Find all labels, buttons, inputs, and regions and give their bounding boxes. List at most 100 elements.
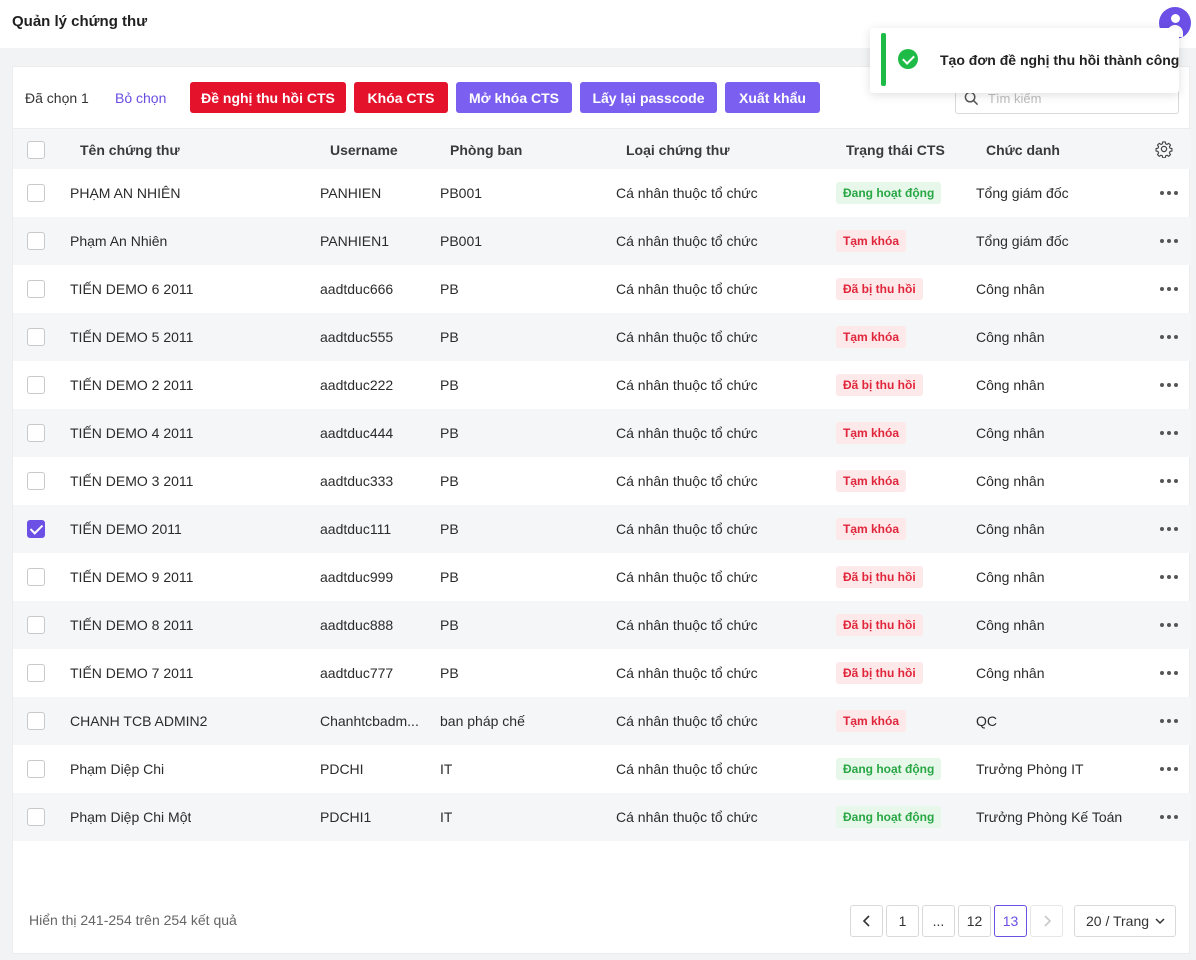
column-header-username[interactable]: Username bbox=[330, 142, 398, 158]
recover-passcode-button[interactable]: Lấy lại passcode bbox=[580, 82, 717, 113]
cell-type: Cá nhân thuộc tổ chức bbox=[616, 425, 758, 441]
column-header-department[interactable]: Phòng ban bbox=[450, 142, 522, 158]
cell-username: aadtduc999 bbox=[320, 569, 394, 585]
row-checkbox[interactable] bbox=[27, 328, 45, 346]
table-row[interactable]: TIẾN DEMO 4 2011 aadtduc444 PB Cá nhân thuộ… bbox=[13, 409, 1191, 457]
more-actions-icon[interactable] bbox=[1160, 719, 1178, 723]
cell-name: TIẾN DEMO 5 2011 bbox=[70, 329, 194, 345]
cell-type: Cá nhân thuộc tổ chức bbox=[616, 329, 758, 345]
cell-username: aadtduc666 bbox=[320, 281, 394, 297]
cell-username: PANHIEN1 bbox=[320, 233, 389, 249]
row-checkbox[interactable] bbox=[27, 616, 45, 634]
status-badge: Tạm khóa bbox=[836, 422, 907, 444]
row-checkbox[interactable] bbox=[27, 808, 45, 826]
column-header-name[interactable]: Tên chứng thư bbox=[80, 142, 180, 158]
table-row[interactable]: TIẾN DEMO 5 2011 aadtduc555 PB Cá nhân thuộ… bbox=[13, 313, 1191, 361]
page-ellipsis[interactable]: ... bbox=[922, 905, 955, 937]
selected-count: Đã chọn 1 bbox=[25, 90, 89, 106]
cell-department: PB bbox=[440, 569, 459, 585]
next-page-button[interactable] bbox=[1030, 905, 1063, 937]
column-header-status[interactable]: Trạng thái CTS bbox=[846, 142, 945, 158]
column-header-position[interactable]: Chức danh bbox=[986, 142, 1060, 158]
cell-name: TIẾN DEMO 2011 bbox=[70, 521, 182, 537]
check-circle-icon bbox=[898, 49, 918, 69]
cell-name: Phạm Diệp Chi Một bbox=[70, 809, 192, 825]
row-checkbox[interactable] bbox=[27, 184, 45, 202]
request-revoke-button[interactable]: Đề nghị thu hồi CTS bbox=[190, 82, 346, 113]
row-checkbox[interactable] bbox=[27, 280, 45, 298]
cell-type: Cá nhân thuộc tổ chức bbox=[616, 521, 758, 537]
more-actions-icon[interactable] bbox=[1160, 239, 1178, 243]
cell-type: Cá nhân thuộc tổ chức bbox=[616, 281, 758, 297]
cell-position: Công nhân bbox=[976, 473, 1045, 489]
lock-cert-button[interactable]: Khóa CTS bbox=[354, 82, 448, 113]
more-actions-icon[interactable] bbox=[1160, 191, 1178, 195]
table-row[interactable]: Phạm An Nhiên PANHIEN1 PB001 Cá nhân thuộc … bbox=[13, 217, 1191, 265]
row-checkbox[interactable] bbox=[27, 520, 45, 538]
more-actions-icon[interactable] bbox=[1160, 815, 1178, 819]
select-all-checkbox[interactable] bbox=[27, 141, 45, 159]
row-checkbox[interactable] bbox=[27, 472, 45, 490]
more-actions-icon[interactable] bbox=[1160, 431, 1178, 435]
table-row[interactable]: TIẾN DEMO 8 2011 aadtduc888 PB Cá nhân thuộ… bbox=[13, 601, 1191, 649]
row-checkbox[interactable] bbox=[27, 712, 45, 730]
row-checkbox[interactable] bbox=[27, 424, 45, 442]
cell-type: Cá nhân thuộc tổ chức bbox=[616, 617, 758, 633]
page-button-1[interactable]: 1 bbox=[886, 905, 919, 937]
cell-position: Công nhân bbox=[976, 377, 1045, 393]
page-title: Quản lý chứng thư bbox=[12, 13, 148, 30]
cell-type: Cá nhân thuộc tổ chức bbox=[616, 713, 758, 729]
cell-type: Cá nhân thuộc tổ chức bbox=[616, 569, 758, 585]
table-row[interactable]: Phạm Diệp Chi PDCHI IT Cá nhân thuộc tổ chứ… bbox=[13, 745, 1191, 793]
status-badge: Tạm khóa bbox=[836, 470, 907, 492]
page-button-13-current[interactable]: 13 bbox=[994, 905, 1027, 937]
cell-username: aadtduc444 bbox=[320, 425, 394, 441]
cell-username: aadtduc777 bbox=[320, 665, 394, 681]
status-badge: Đã bị thu hồi bbox=[836, 566, 923, 588]
cell-department: PB bbox=[440, 665, 459, 681]
more-actions-icon[interactable] bbox=[1160, 287, 1178, 291]
prev-page-button[interactable] bbox=[850, 905, 883, 937]
table-row[interactable]: Phạm Diệp Chi Một PDCHI1 IT Cá nhân thuộc t… bbox=[13, 793, 1191, 841]
table-row[interactable]: TIẾN DEMO 9 2011 aadtduc999 PB Cá nhân thuộ… bbox=[13, 553, 1191, 601]
more-actions-icon[interactable] bbox=[1160, 575, 1178, 579]
more-actions-icon[interactable] bbox=[1160, 623, 1178, 627]
gear-icon[interactable] bbox=[1155, 140, 1173, 158]
cell-name: TIẾN DEMO 6 2011 bbox=[70, 281, 194, 297]
cell-department: ban pháp chế bbox=[440, 713, 525, 729]
page-button-12[interactable]: 12 bbox=[958, 905, 991, 937]
cell-type: Cá nhân thuộc tổ chức bbox=[616, 233, 758, 249]
row-checkbox[interactable] bbox=[27, 568, 45, 586]
table-row[interactable]: TIẾN DEMO 2011 aadtduc111 PB Cá nhân thuộc … bbox=[13, 505, 1191, 553]
table-row[interactable]: TIẾN DEMO 7 2011 aadtduc777 PB Cá nhân thuộ… bbox=[13, 649, 1191, 697]
cell-department: PB001 bbox=[440, 185, 483, 201]
row-checkbox[interactable] bbox=[27, 760, 45, 778]
table-row[interactable]: TIẾN DEMO 2 2011 aadtduc222 PB Cá nhân thuộ… bbox=[13, 361, 1191, 409]
page-size-select[interactable]: 20 / Trang bbox=[1074, 905, 1176, 937]
more-actions-icon[interactable] bbox=[1160, 479, 1178, 483]
cell-position: Công nhân bbox=[976, 617, 1045, 633]
table-row[interactable]: TIẾN DEMO 3 2011 aadtduc333 PB Cá nhân thuộ… bbox=[13, 457, 1191, 505]
search-icon bbox=[964, 91, 979, 106]
cell-username: aadtduc888 bbox=[320, 617, 394, 633]
row-checkbox[interactable] bbox=[27, 232, 45, 250]
more-actions-icon[interactable] bbox=[1160, 383, 1178, 387]
table-row[interactable]: TIẾN DEMO 6 2011 aadtduc666 PB Cá nhân thuộ… bbox=[13, 265, 1191, 313]
more-actions-icon[interactable] bbox=[1160, 335, 1178, 339]
row-checkbox[interactable] bbox=[27, 664, 45, 682]
cell-name: TIẾN DEMO 8 2011 bbox=[70, 617, 194, 633]
clear-selection-link[interactable]: Bỏ chọn bbox=[115, 90, 166, 106]
table-row[interactable]: PHẠM AN NHIÊN PANHIEN PB001 Cá nhân thuộc t… bbox=[13, 169, 1191, 217]
cell-name: TIẾN DEMO 9 2011 bbox=[70, 569, 194, 585]
export-button[interactable]: Xuất khẩu bbox=[725, 82, 820, 113]
status-badge: Đã bị thu hồi bbox=[836, 662, 923, 684]
cell-type: Cá nhân thuộc tổ chức bbox=[616, 761, 758, 777]
more-actions-icon[interactable] bbox=[1160, 671, 1178, 675]
row-checkbox[interactable] bbox=[27, 376, 45, 394]
chevron-down-icon bbox=[1155, 918, 1165, 925]
more-actions-icon[interactable] bbox=[1160, 767, 1178, 771]
table-row[interactable]: CHANH TCB ADMIN2 Chanhtcbadm... ban pháp c… bbox=[13, 697, 1191, 745]
unlock-cert-button[interactable]: Mở khóa CTS bbox=[456, 82, 572, 113]
column-header-type[interactable]: Loại chứng thư bbox=[626, 142, 730, 158]
more-actions-icon[interactable] bbox=[1160, 527, 1178, 531]
